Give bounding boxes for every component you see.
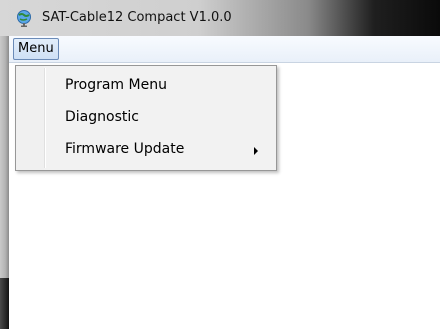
app-window: SAT-Cable12 Compact V1.0.0 Menu Program …	[0, 0, 440, 329]
submenu-arrow-icon	[254, 147, 258, 155]
menu-item-program-menu[interactable]: Program Menu	[18, 73, 272, 99]
menu-bar: Menu	[9, 36, 440, 63]
menu-item-diagnostic[interactable]: Diagnostic	[18, 105, 272, 131]
app-globe-icon	[17, 10, 31, 27]
window-left-border-shadow	[0, 278, 9, 329]
menu-item-label: Diagnostic	[65, 109, 139, 125]
title-bar[interactable]: SAT-Cable12 Compact V1.0.0	[0, 0, 440, 36]
menu-dropdown: Program Menu Diagnostic Firmware Update	[15, 65, 277, 171]
menu-button[interactable]: Menu	[13, 38, 59, 60]
menu-item-label: Firmware Update	[65, 141, 185, 157]
menu-item-firmware-update[interactable]: Firmware Update	[18, 137, 272, 163]
window-title: SAT-Cable12 Compact V1.0.0	[42, 10, 232, 25]
menu-item-label: Program Menu	[65, 77, 167, 93]
